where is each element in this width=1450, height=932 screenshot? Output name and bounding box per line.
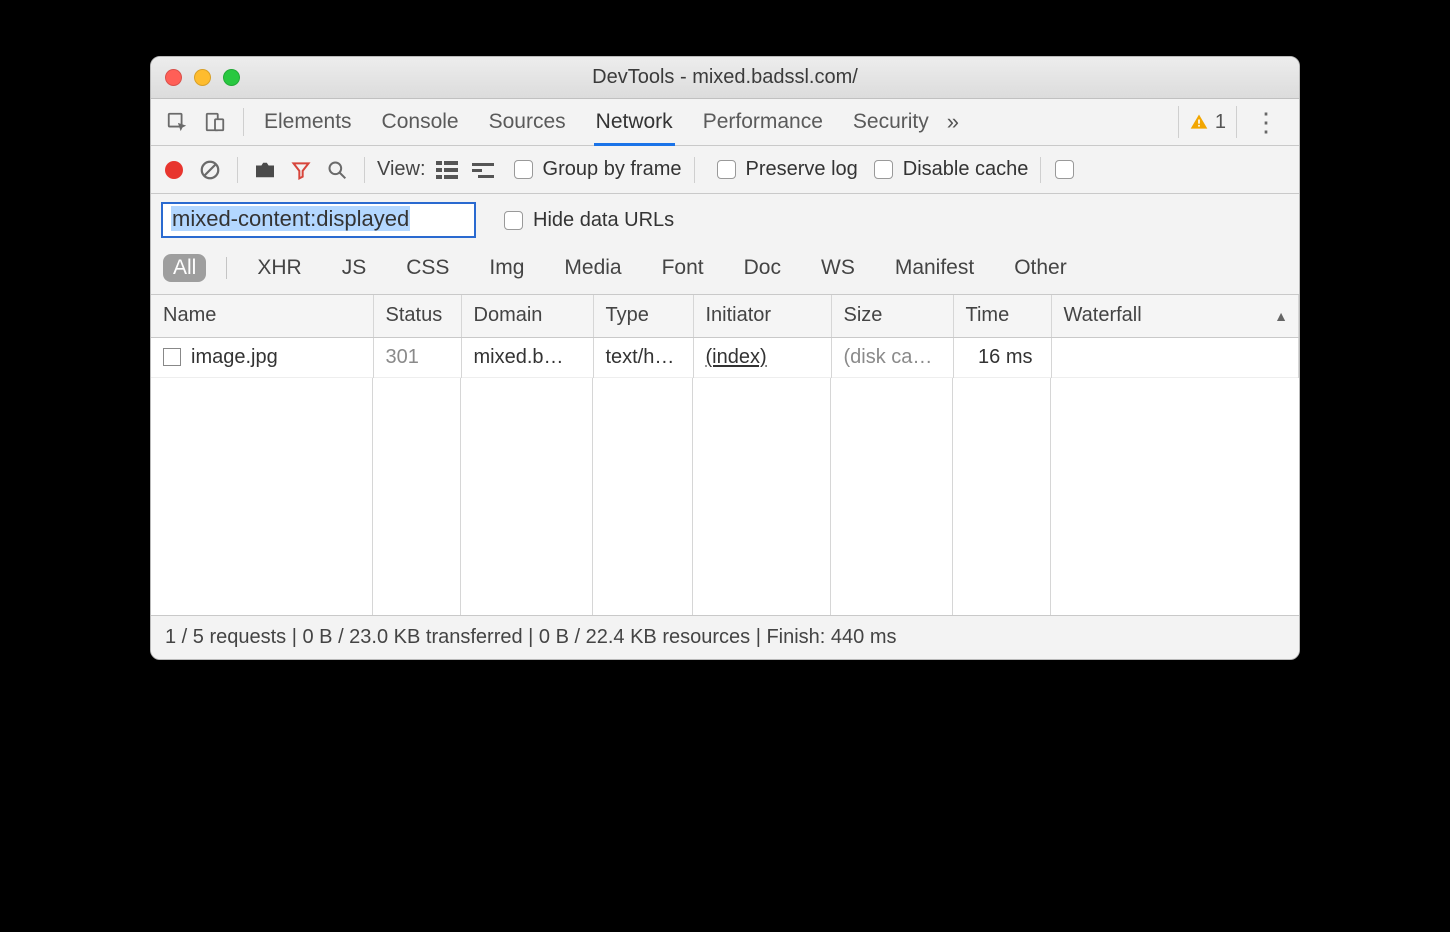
camera-icon [254,161,276,179]
search-button[interactable] [322,160,352,180]
cell-name: image.jpg [151,337,373,377]
col-header-size[interactable]: Size [831,295,953,337]
type-filter-manifest[interactable]: Manifest [885,254,984,282]
cell-waterfall [1051,337,1299,377]
disable-cache-label: Disable cache [903,158,1029,181]
checkbox-icon [514,160,533,179]
status-text: 1 / 5 requests | 0 B / 23.0 KB transferr… [165,626,897,648]
hide-data-urls-option[interactable]: Hide data URLs [504,209,674,232]
window-title: DevTools - mixed.badssl.com/ [151,66,1299,89]
preserve-log-option[interactable]: Preserve log [717,158,858,181]
separator [243,108,244,136]
type-filter-all[interactable]: All [163,254,206,282]
network-toolbar: View: Group by frame Preserve log [151,146,1299,194]
type-filter-ws[interactable]: WS [811,254,865,282]
checkbox-icon [717,160,736,179]
type-filter-doc[interactable]: Doc [734,254,791,282]
filter-row: mixed-content:displayed Hide data URLs [151,194,1299,248]
tab-elements[interactable]: Elements [264,100,352,144]
titlebar: DevTools - mixed.badssl.com/ [151,57,1299,99]
window-controls [165,69,240,86]
cell-domain: mixed.b… [461,337,593,377]
cell-time: 16 ms [953,337,1051,377]
group-by-frame-option[interactable]: Group by frame [514,158,682,181]
cell-type: text/h… [593,337,693,377]
filter-input[interactable]: mixed-content:displayed [161,202,476,238]
col-header-type[interactable]: Type [593,295,693,337]
tab-sources[interactable]: Sources [489,100,566,144]
minimize-window-button[interactable] [194,69,211,86]
group-by-frame-label: Group by frame [543,158,682,181]
overview-icon [472,161,494,179]
col-header-status[interactable]: Status [373,295,461,337]
view-label: View: [377,158,426,181]
preserve-log-label: Preserve log [746,158,858,181]
warnings-count: 1 [1215,111,1226,134]
capture-screenshots-button[interactable] [250,161,280,179]
type-filter-font[interactable]: Font [652,254,714,282]
cell-initiator[interactable]: (index) [693,337,831,377]
more-options-button[interactable]: ⋮ [1243,107,1289,138]
filter-icon [291,160,311,180]
warning-icon [1189,112,1209,132]
checkbox-icon [504,211,523,230]
offline-option[interactable] [1055,160,1074,179]
warnings-badge[interactable]: 1 [1178,106,1237,138]
status-bar: 1 / 5 requests | 0 B / 23.0 KB transferr… [151,615,1299,659]
tab-security[interactable]: Security [853,100,929,144]
hide-data-urls-label: Hide data URLs [533,209,674,232]
type-filter-media[interactable]: Media [554,254,631,282]
clear-icon [199,159,221,181]
type-filter-css[interactable]: CSS [396,254,459,282]
panel-tabs: Elements Console Sources Network Perform… [256,100,937,144]
view-overview-button[interactable] [468,161,498,179]
col-header-waterfall[interactable]: Waterfall▲ [1051,295,1299,337]
requests-table: Name Status Domain Type Initiator Size T… [151,295,1299,615]
table-empty-area [151,378,1299,616]
clear-button[interactable] [195,159,225,181]
tab-network[interactable]: Network [596,100,673,144]
tab-console[interactable]: Console [382,100,459,144]
filter-button[interactable] [286,160,316,180]
file-icon [163,348,181,366]
col-header-domain[interactable]: Domain [461,295,593,337]
device-toolbar-icon[interactable] [199,111,231,133]
checkbox-icon [1055,160,1074,179]
table-row[interactable]: image.jpg 301 mixed.b… text/h… (index) (… [151,337,1299,377]
type-filter-xhr[interactable]: XHR [247,254,311,282]
type-filter-other[interactable]: Other [1004,254,1077,282]
cell-status: 301 [373,337,461,377]
type-filter-js[interactable]: JS [332,254,377,282]
zoom-window-button[interactable] [223,69,240,86]
type-filters: All XHR JS CSS Img Media Font Doc WS Man… [151,248,1299,295]
type-filter-img[interactable]: Img [479,254,534,282]
panel-tabs-row: Elements Console Sources Network Perform… [151,99,1299,146]
search-icon [327,160,347,180]
view-large-rows-button[interactable] [432,161,462,179]
checkbox-icon [874,160,893,179]
record-button[interactable] [165,161,183,179]
cell-size: (disk ca… [831,337,953,377]
disable-cache-option[interactable]: Disable cache [874,158,1029,181]
col-header-initiator[interactable]: Initiator [693,295,831,337]
filter-input-value: mixed-content:displayed [171,206,410,231]
separator [226,257,227,279]
col-header-name[interactable]: Name [151,295,373,337]
inspect-element-icon[interactable] [161,111,193,133]
col-header-time[interactable]: Time [953,295,1051,337]
tabs-overflow-button[interactable]: » [943,109,963,135]
devtools-window: DevTools - mixed.badssl.com/ Elements Co… [150,56,1300,660]
table-header-row: Name Status Domain Type Initiator Size T… [151,295,1299,337]
sort-ascending-icon: ▲ [1274,308,1288,324]
close-window-button[interactable] [165,69,182,86]
list-icon [436,161,458,179]
tab-performance[interactable]: Performance [703,100,823,144]
